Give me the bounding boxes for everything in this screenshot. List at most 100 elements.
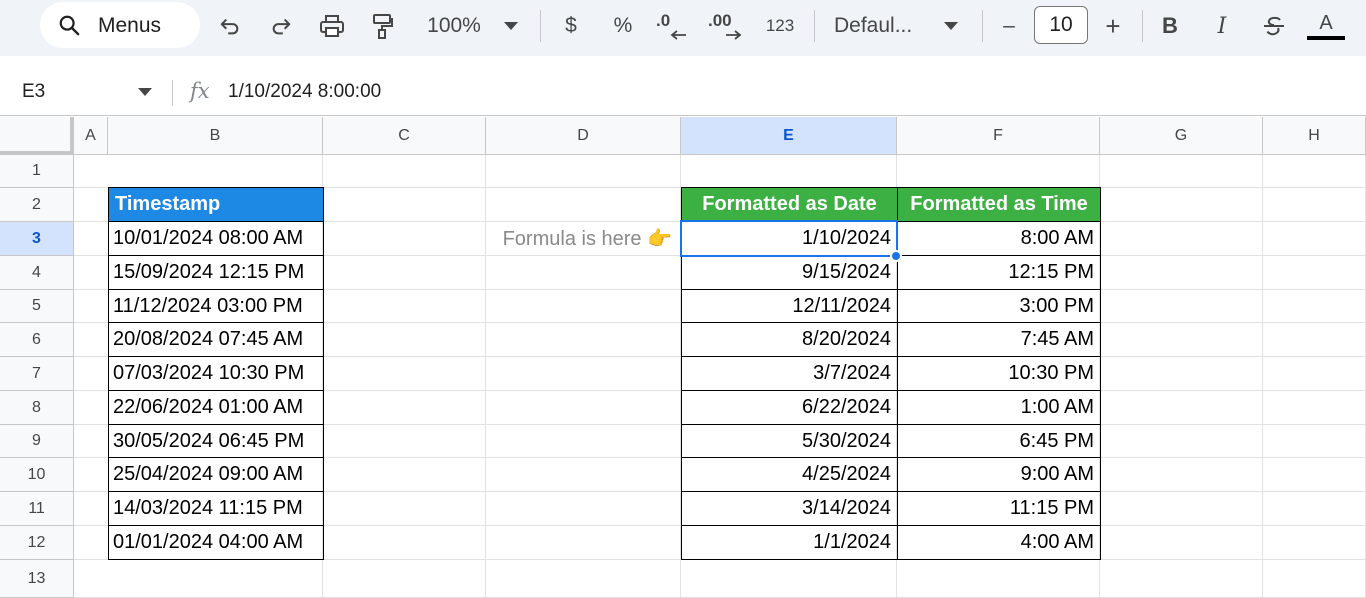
print-button[interactable]: [316, 10, 348, 42]
cell-timestamp[interactable]: 20/08/2024 07:45 AM: [108, 322, 324, 357]
currency-label: $: [565, 14, 577, 37]
cell-formatted-time[interactable]: 3:00 PM: [897, 289, 1101, 323]
column-header-h[interactable]: H: [1263, 117, 1366, 155]
cell-formatted-time[interactable]: 12:15 PM: [897, 255, 1101, 290]
column-header-d[interactable]: D: [486, 117, 681, 155]
font-size-input[interactable]: 10: [1034, 6, 1088, 44]
arrow-right-icon: [726, 30, 742, 40]
increase-font-size-button[interactable]: +: [1100, 10, 1126, 42]
column-header-g[interactable]: G: [1100, 117, 1263, 155]
cell-timestamp[interactable]: 14/03/2024 11:15 PM: [108, 491, 324, 526]
cell-formatted-date[interactable]: 3/14/2024: [681, 491, 898, 526]
arrow-left-icon: [670, 30, 686, 40]
undo-button[interactable]: [216, 10, 244, 42]
more-formats-button[interactable]: 123: [760, 10, 800, 42]
cell-formatted-time[interactable]: 4:00 AM: [897, 525, 1101, 560]
cell-timestamp[interactable]: 30/05/2024 06:45 PM: [108, 424, 324, 458]
header-cell-formatted-time[interactable]: Formatted as Time: [897, 187, 1101, 222]
column-header-f[interactable]: F: [897, 117, 1100, 155]
formula-bar-divider: [172, 80, 173, 106]
select-all-corner[interactable]: [0, 117, 74, 155]
row-header-4[interactable]: 4: [0, 256, 74, 290]
cell-formatted-time[interactable]: 11:15 PM: [897, 491, 1101, 526]
cell-formatted-date[interactable]: 6/22/2024: [681, 390, 898, 425]
toolbar-divider: [982, 10, 983, 42]
text-color-button[interactable]: A: [1306, 10, 1346, 42]
column-header-a[interactable]: A: [74, 117, 108, 155]
menus-label: Menus: [98, 14, 162, 37]
number-format-label: 123: [765, 16, 795, 35]
cell-formatted-date[interactable]: 1/1/2024: [681, 525, 898, 560]
increase-decimal-button[interactable]: .00: [708, 10, 748, 42]
currency-format-button[interactable]: $: [558, 10, 584, 42]
row-header-11[interactable]: 11: [0, 492, 74, 526]
row-header-13[interactable]: 13: [0, 560, 74, 598]
redo-icon: [272, 18, 291, 35]
header-cell-timestamp[interactable]: Timestamp: [108, 187, 324, 222]
cell-formatted-date[interactable]: 5/30/2024: [681, 424, 898, 458]
row-header-12[interactable]: 12: [0, 526, 74, 560]
cell-formatted-time[interactable]: 10:30 PM: [897, 356, 1101, 391]
column-header-b[interactable]: B: [108, 117, 323, 155]
plus-icon: +: [1105, 10, 1121, 41]
cell-formatted-date[interactable]: 12/11/2024: [681, 289, 898, 323]
row-header-6[interactable]: 6: [0, 323, 74, 357]
row-header-9[interactable]: 9: [0, 425, 74, 458]
undo-icon: [220, 18, 239, 35]
formula-note: Formula is here 👉: [502, 228, 672, 250]
cell-formatted-date[interactable]: 1/10/2024: [681, 221, 898, 256]
column-header-e[interactable]: E: [681, 117, 897, 155]
redo-button[interactable]: [267, 10, 295, 42]
font-family-value: Defaul...: [834, 14, 913, 37]
row-header-3[interactable]: 3: [0, 222, 74, 256]
caret-down-icon[interactable]: [138, 88, 152, 96]
text-color-icon: A: [1319, 11, 1333, 34]
decrease-font-size-button[interactable]: –: [996, 10, 1022, 42]
name-box[interactable]: E3: [22, 81, 45, 103]
cell-formatted-time[interactable]: 9:00 AM: [897, 457, 1101, 492]
cell-timestamp[interactable]: 10/01/2024 08:00 AM: [108, 221, 324, 256]
caret-down-icon: [944, 22, 958, 30]
cell-timestamp[interactable]: 11/12/2024 03:00 PM: [108, 289, 324, 323]
zoom-select[interactable]: 100%: [420, 10, 488, 42]
toolbar-divider: [814, 10, 815, 42]
zoom-dropdown-caret[interactable]: [500, 10, 522, 42]
increase-decimal-label: .00: [708, 11, 732, 30]
column-header-c[interactable]: C: [323, 117, 486, 155]
cell-formatted-time[interactable]: 6:45 PM: [897, 424, 1101, 458]
cell-formatted-date[interactable]: 8/20/2024: [681, 322, 898, 357]
font-size-value: 10: [1049, 13, 1073, 36]
font-family-dropdown-caret[interactable]: [940, 10, 962, 42]
strikethrough-icon: [1264, 16, 1284, 36]
cell-timestamp[interactable]: 07/03/2024 10:30 PM: [108, 356, 324, 391]
row-header-1[interactable]: 1: [0, 155, 74, 188]
cell-timestamp[interactable]: 22/06/2024 01:00 AM: [108, 390, 324, 425]
row-header-10[interactable]: 10: [0, 458, 74, 492]
cell-formatted-date[interactable]: 9/15/2024: [681, 255, 898, 290]
cell-timestamp[interactable]: 15/09/2024 12:15 PM: [108, 255, 324, 290]
italic-button[interactable]: I: [1210, 10, 1234, 42]
row-header-8[interactable]: 8: [0, 391, 74, 425]
cell-timestamp[interactable]: 01/01/2024 04:00 AM: [108, 525, 324, 560]
row-header-2[interactable]: 2: [0, 188, 74, 222]
cell-timestamp[interactable]: 25/04/2024 09:00 AM: [108, 457, 324, 492]
header-cell-formatted-date[interactable]: Formatted as Date: [681, 187, 898, 222]
strikethrough-button[interactable]: [1260, 10, 1288, 42]
cell-formatted-time[interactable]: 1:00 AM: [897, 390, 1101, 425]
row-header-7[interactable]: 7: [0, 357, 74, 391]
formula-input[interactable]: 1/10/2024 8:00:00: [228, 81, 381, 103]
percent-format-button[interactable]: %: [608, 10, 638, 42]
fill-handle[interactable]: [890, 250, 902, 262]
paint-format-icon: [373, 14, 393, 39]
cell-formatted-date[interactable]: 4/25/2024: [681, 457, 898, 492]
bold-button[interactable]: B: [1158, 10, 1182, 42]
font-family-select[interactable]: Defaul...: [834, 10, 930, 42]
zoom-value: 100%: [427, 14, 481, 37]
cell-formatted-time[interactable]: 8:00 AM: [897, 221, 1101, 256]
row-header-5[interactable]: 5: [0, 290, 74, 323]
paint-format-button[interactable]: [368, 10, 396, 42]
cell-formatted-time[interactable]: 7:45 AM: [897, 322, 1101, 357]
cell-formatted-date[interactable]: 3/7/2024: [681, 356, 898, 391]
menus-search-button[interactable]: Menus: [40, 2, 200, 48]
decrease-decimal-button[interactable]: .0: [656, 10, 692, 42]
